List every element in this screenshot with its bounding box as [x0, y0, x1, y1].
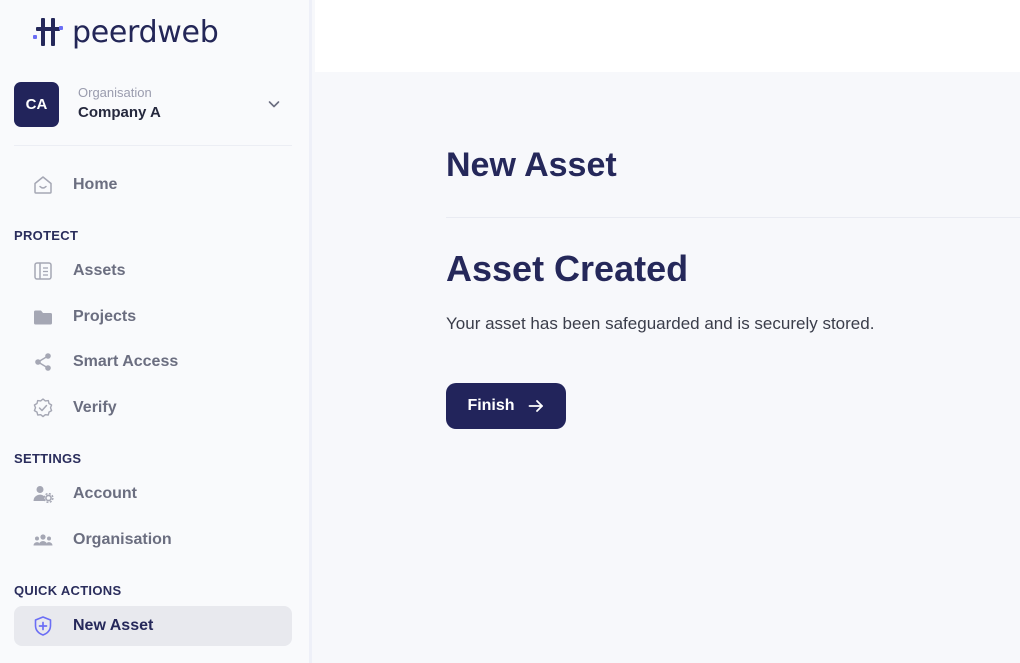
sidebar-item-smart-access[interactable]: Smart Access — [14, 342, 292, 382]
sidebar-item-label: Assets — [73, 262, 126, 279]
org-avatar: CA — [14, 81, 59, 127]
sidebar-item-verify[interactable]: Verify — [14, 388, 292, 428]
finish-button-label: Finish — [467, 397, 515, 414]
section-settings: SETTINGS — [14, 451, 82, 466]
sidebar-item-label: Home — [73, 176, 118, 193]
sidebar-divider — [14, 145, 292, 146]
sidebar-item-assets[interactable]: Assets — [14, 251, 292, 291]
sidebar-item-projects[interactable]: Projects — [14, 297, 292, 337]
sidebar-item-organisation[interactable]: Organisation — [14, 520, 292, 560]
sidebar-item-label: Account — [73, 485, 137, 502]
sidebar-item-label: Smart Access — [73, 353, 179, 370]
share-icon — [32, 351, 54, 373]
assets-icon — [32, 260, 54, 282]
page-title: New Asset — [446, 146, 617, 184]
chevron-down-icon — [268, 101, 280, 108]
finish-button[interactable]: Finish — [446, 383, 566, 429]
verify-badge-icon — [32, 397, 54, 419]
brand-name: peerdweb — [72, 14, 219, 50]
sidebar-item-label: Projects — [73, 308, 137, 325]
sidebar: peerdweb CA Organisation Company A Home … — [0, 0, 312, 663]
org-label: Organisation — [78, 85, 152, 100]
org-name: Company A — [78, 104, 161, 121]
sidebar-item-label: Verify — [73, 399, 117, 416]
organisation-switcher[interactable]: CA Organisation Company A — [14, 81, 286, 127]
result-title: Asset Created — [446, 248, 689, 289]
title-divider — [446, 217, 1020, 218]
sidebar-item-home[interactable]: Home — [14, 165, 292, 205]
sidebar-item-label: Organisation — [73, 531, 172, 548]
sidebar-item-new-asset[interactable]: New Asset — [14, 606, 292, 646]
section-quick-actions: QUICK ACTIONS — [14, 583, 122, 598]
folder-icon — [32, 306, 54, 328]
shield-plus-icon — [32, 615, 54, 637]
peerdweb-logo-icon — [33, 18, 63, 46]
result-message: Your asset has been safeguarded and is s… — [446, 314, 875, 333]
section-protect: PROTECT — [14, 228, 79, 243]
top-bar — [315, 0, 1020, 72]
home-icon — [32, 174, 54, 196]
sidebar-item-account[interactable]: Account — [14, 474, 292, 514]
user-gear-icon — [32, 483, 54, 505]
users-icon — [32, 529, 54, 551]
sidebar-item-label: New Asset — [73, 617, 154, 634]
arrow-right-icon — [528, 400, 543, 412]
brand-logo[interactable]: peerdweb — [32, 14, 219, 50]
